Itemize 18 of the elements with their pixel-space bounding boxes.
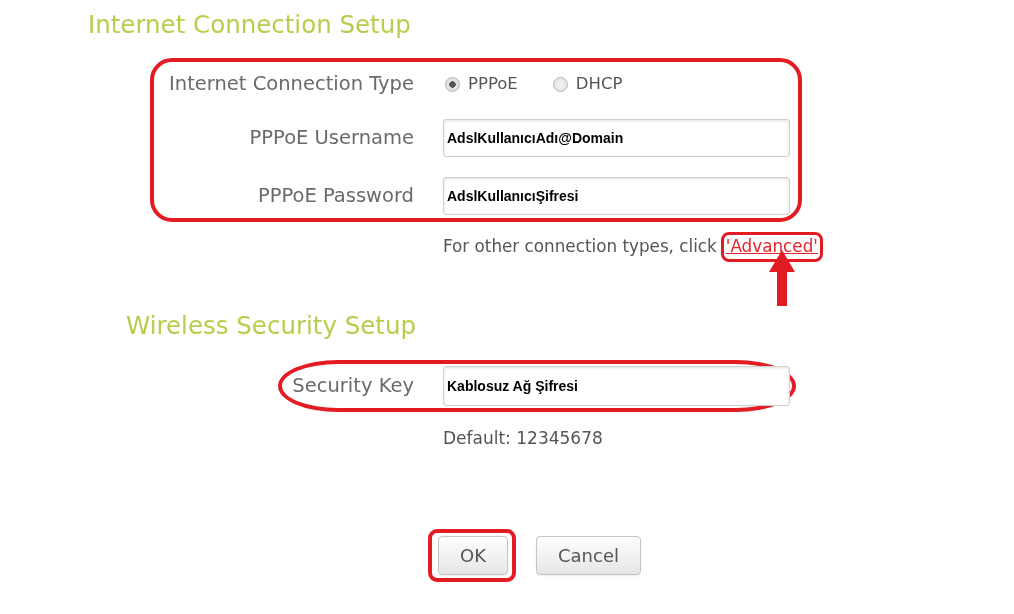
section-title: Internet Connection Setup: [88, 10, 411, 40]
text-field[interactable]: Kablosuz Ağ Şifresi: [443, 366, 790, 406]
radio-label: DHCP: [575, 72, 623, 95]
section-title: Wireless Security Setup: [126, 311, 416, 341]
field-label: PPPoE Username: [248, 125, 414, 152]
text-field[interactable]: AdslKullanıcıŞifresi: [443, 177, 790, 215]
hint-text: For other connection types, click: [443, 235, 717, 259]
field-label: Internet Connection Type: [168, 71, 414, 98]
text-field[interactable]: AdslKullanıcıAdı@Domain: [443, 119, 790, 157]
radio-label: PPPoE: [468, 72, 518, 95]
cancel-button[interactable]: Cancel: [536, 536, 641, 575]
radio-button[interactable]: [552, 76, 568, 92]
hint-text: Default: 12345678: [443, 427, 603, 451]
radio-button[interactable]: [445, 76, 460, 92]
field-label: PPPoE Password: [256, 183, 414, 210]
ok-button[interactable]: OK: [438, 536, 508, 575]
advanced-link[interactable]: 'Advanced': [725, 234, 818, 260]
field-label: Security Key: [291, 373, 414, 400]
